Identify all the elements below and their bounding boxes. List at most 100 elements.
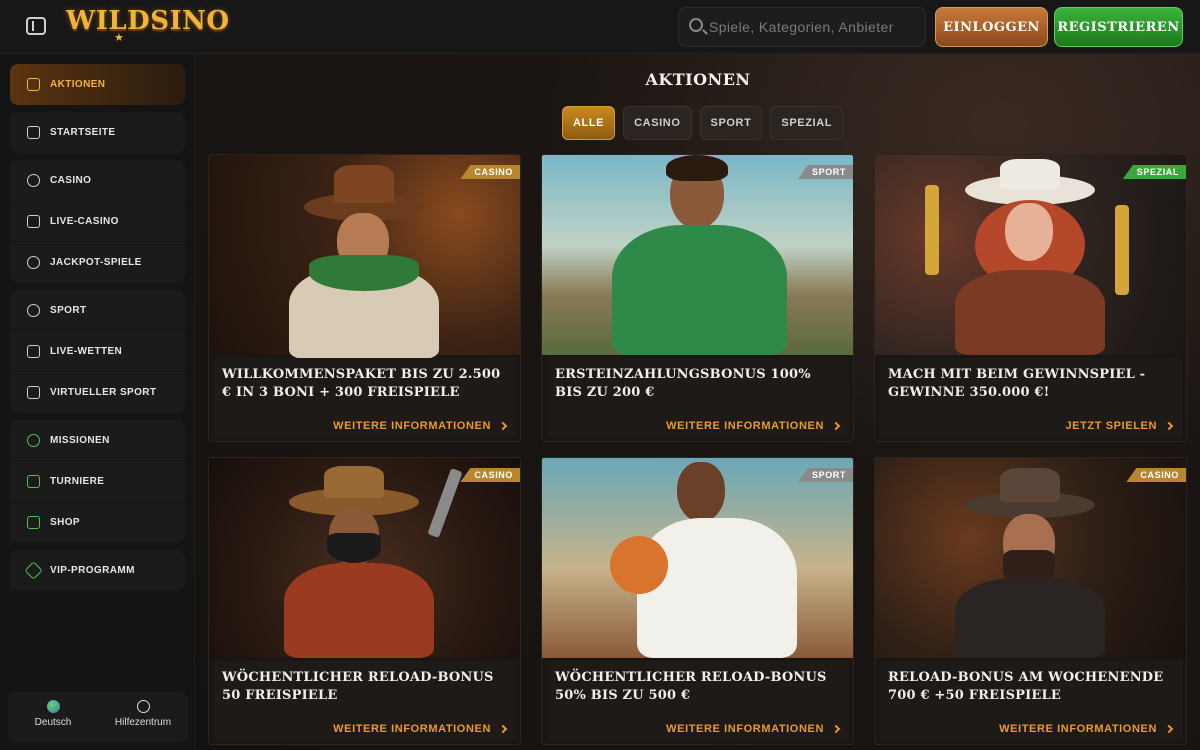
more-info-link[interactable]: WEITERE INFORMATIONEN bbox=[999, 723, 1174, 735]
promo-title: WÖCHENTLICHER RELOAD-BONUS 50% BIS ZU 50… bbox=[555, 670, 827, 703]
play-icon bbox=[27, 345, 40, 358]
search-icon bbox=[689, 18, 703, 32]
promo-title: ERSTEINZAHLUNGSBONUS 100% BIS ZU 200 € bbox=[555, 367, 811, 400]
promo-card[interactable]: SPORT WÖCHENTLICHER RELOAD-BONUS 50% BIS… bbox=[541, 457, 854, 745]
sidebar-item-jackpot-spiele[interactable]: JACKPOT-SPIELE bbox=[10, 242, 185, 283]
sidebar: AKTIONEN STARTSEITE CASINO LIVE-CASINO J… bbox=[0, 54, 195, 750]
promo-image-cowboy bbox=[209, 155, 520, 359]
more-info-link[interactable]: WEITERE INFORMATIONEN bbox=[333, 420, 508, 432]
sidebar-item-label: VIRTUELLER SPORT bbox=[50, 387, 157, 398]
help-label: Hilfezentrum bbox=[114, 717, 172, 728]
promo-image-football-player bbox=[542, 155, 853, 355]
more-info-label: WEITERE INFORMATIONEN bbox=[333, 420, 491, 432]
sidebar-item-label: LIVE-WETTEN bbox=[50, 345, 123, 357]
sidebar-item-live-wetten[interactable]: LIVE-WETTEN bbox=[10, 331, 185, 372]
main-content: AKTIONEN ALLE CASINO SPORT SPEZIAL CASIN… bbox=[196, 54, 1200, 750]
more-info-label: WEITERE INFORMATIONEN bbox=[999, 723, 1157, 735]
login-button[interactable]: EINLOGGEN bbox=[935, 7, 1048, 47]
promo-card[interactable]: CASINO WILLKOMMENSPAKET BIS ZU 2.500 € I… bbox=[208, 154, 521, 442]
sidebar-item-virtueller-sport[interactable]: VIRTUELLER SPORT bbox=[10, 372, 185, 413]
page-title: AKTIONEN bbox=[645, 70, 751, 89]
sidebar-item-aktionen[interactable]: AKTIONEN bbox=[10, 64, 185, 105]
promo-card[interactable]: CASINO RELOAD-BONUS AM WOCHENENDE 700 € … bbox=[874, 457, 1187, 745]
sidebar-item-vip-programm[interactable]: VIP-PROGRAMM bbox=[10, 550, 185, 591]
promo-image-gambler bbox=[875, 458, 1186, 658]
sidebar-item-label: SHOP bbox=[50, 517, 80, 528]
sidebar-item-label: LIVE-CASINO bbox=[50, 215, 119, 227]
sidebar-item-label: CASINO bbox=[50, 174, 92, 186]
sidebar-item-missionen[interactable]: MISSIONEN bbox=[10, 420, 185, 461]
promo-card-body: WÖCHENTLICHER RELOAD-BONUS 50 FREISPIELE… bbox=[215, 661, 516, 741]
search-input[interactable] bbox=[709, 8, 923, 46]
promo-card-body: WILLKOMMENSPAKET BIS ZU 2.500 € IN 3 BON… bbox=[215, 358, 516, 438]
home-icon bbox=[27, 126, 40, 139]
nav-group-promotions: AKTIONEN bbox=[10, 64, 185, 105]
sidebar-item-live-casino[interactable]: LIVE-CASINO bbox=[10, 201, 185, 242]
filter-tabs: ALLE CASINO SPORT SPEZIAL bbox=[562, 106, 844, 140]
category-badge: CASINO bbox=[1126, 468, 1186, 482]
play-now-label: JETZT SPIELEN bbox=[1065, 420, 1157, 432]
sidebar-item-label: SPORT bbox=[50, 304, 87, 316]
sidebar-item-label: JACKPOT-SPIELE bbox=[50, 257, 142, 268]
play-now-link[interactable]: JETZT SPIELEN bbox=[1065, 420, 1174, 432]
sidebar-item-label: AKTIONEN bbox=[50, 79, 106, 90]
chip-icon bbox=[27, 174, 40, 187]
sidebar-item-label: VIP-PROGRAMM bbox=[50, 565, 135, 576]
promo-image-cowgirl bbox=[875, 155, 1186, 355]
category-badge: CASINO bbox=[460, 165, 520, 179]
tab-sport[interactable]: SPORT bbox=[699, 106, 763, 140]
more-info-label: WEITERE INFORMATIONEN bbox=[333, 723, 491, 735]
more-info-label: WEITERE INFORMATIONEN bbox=[666, 420, 824, 432]
promo-card[interactable]: SPEZIAL MACH MIT BEIM GEWINNSPIEL - GEWI… bbox=[874, 154, 1187, 442]
chevron-right-icon bbox=[498, 421, 508, 431]
promo-card-body: ERSTEINZAHLUNGSBONUS 100% BIS ZU 200 € W… bbox=[548, 358, 849, 438]
sidebar-item-label: TURNIERE bbox=[50, 475, 105, 487]
sidebar-item-casino[interactable]: CASINO bbox=[10, 160, 185, 201]
category-badge: CASINO bbox=[460, 468, 520, 482]
nav-group-casino: CASINO LIVE-CASINO JACKPOT-SPIELE bbox=[10, 160, 185, 283]
register-button[interactable]: REGISTRIEREN bbox=[1054, 7, 1183, 47]
category-badge: SPEZIAL bbox=[1122, 165, 1186, 179]
promo-card-body: MACH MIT BEIM GEWINNSPIEL - GEWINNE 350.… bbox=[881, 358, 1182, 438]
chevron-right-icon bbox=[1164, 421, 1174, 431]
promo-title: WILLKOMMENSPAKET BIS ZU 2.500 € IN 3 BON… bbox=[222, 367, 501, 400]
chevron-right-icon bbox=[1164, 724, 1174, 734]
sidebar-item-sport[interactable]: SPORT bbox=[10, 290, 185, 331]
globe-icon bbox=[46, 700, 60, 713]
tab-alle[interactable]: ALLE bbox=[562, 106, 616, 140]
ball-icon bbox=[27, 304, 40, 317]
sidebar-item-turniere[interactable]: TURNIERE bbox=[10, 461, 185, 502]
search-box[interactable] bbox=[678, 7, 926, 47]
more-info-link[interactable]: WEITERE INFORMATIONEN bbox=[333, 723, 508, 735]
sidebar-toggle-icon[interactable] bbox=[26, 17, 46, 35]
chevron-right-icon bbox=[498, 724, 508, 734]
logo[interactable]: WILDSINO bbox=[66, 6, 230, 36]
nav-group-vip: VIP-PROGRAMM bbox=[10, 550, 185, 591]
gamepad-icon bbox=[27, 386, 40, 399]
tab-casino[interactable]: CASINO bbox=[623, 106, 692, 140]
shop-icon bbox=[27, 516, 40, 529]
diamond-icon bbox=[24, 561, 43, 580]
sidebar-footer: Deutsch Hilfezentrum bbox=[8, 692, 188, 742]
more-info-label: WEITERE INFORMATIONEN bbox=[666, 723, 824, 735]
help-center-link[interactable]: Hilfezentrum bbox=[98, 692, 188, 742]
sidebar-item-startseite[interactable]: STARTSEITE bbox=[10, 112, 185, 153]
promo-card-body: RELOAD-BONUS AM WOCHENENDE 700 € +50 FRE… bbox=[881, 661, 1182, 741]
medal-icon bbox=[27, 434, 40, 447]
nav-group-rewards: MISSIONEN TURNIERE SHOP bbox=[10, 420, 185, 543]
promo-card[interactable]: CASINO WÖCHENTLICHER RELOAD-BONUS 50 FRE… bbox=[208, 457, 521, 745]
sidebar-item-shop[interactable]: SHOP bbox=[10, 502, 185, 543]
trophy-icon bbox=[27, 475, 40, 488]
more-info-link[interactable]: WEITERE INFORMATIONEN bbox=[666, 420, 841, 432]
tab-spezial[interactable]: SPEZIAL bbox=[770, 106, 844, 140]
sidebar-item-label: STARTSEITE bbox=[50, 127, 116, 138]
sidebar-item-label: MISSIONEN bbox=[50, 434, 110, 446]
promo-card[interactable]: SPORT ERSTEINZAHLUNGSBONUS 100% BIS ZU 2… bbox=[541, 154, 854, 442]
more-info-link[interactable]: WEITERE INFORMATIONEN bbox=[666, 723, 841, 735]
promo-title: WÖCHENTLICHER RELOAD-BONUS 50 FREISPIELE bbox=[222, 670, 494, 703]
promo-title: MACH MIT BEIM GEWINNSPIEL - GEWINNE 350.… bbox=[888, 367, 1146, 400]
nav-group-home: STARTSEITE bbox=[10, 112, 185, 153]
help-icon bbox=[136, 700, 150, 713]
language-selector[interactable]: Deutsch bbox=[8, 692, 98, 742]
nav-group-sport: SPORT LIVE-WETTEN VIRTUELLER SPORT bbox=[10, 290, 185, 413]
